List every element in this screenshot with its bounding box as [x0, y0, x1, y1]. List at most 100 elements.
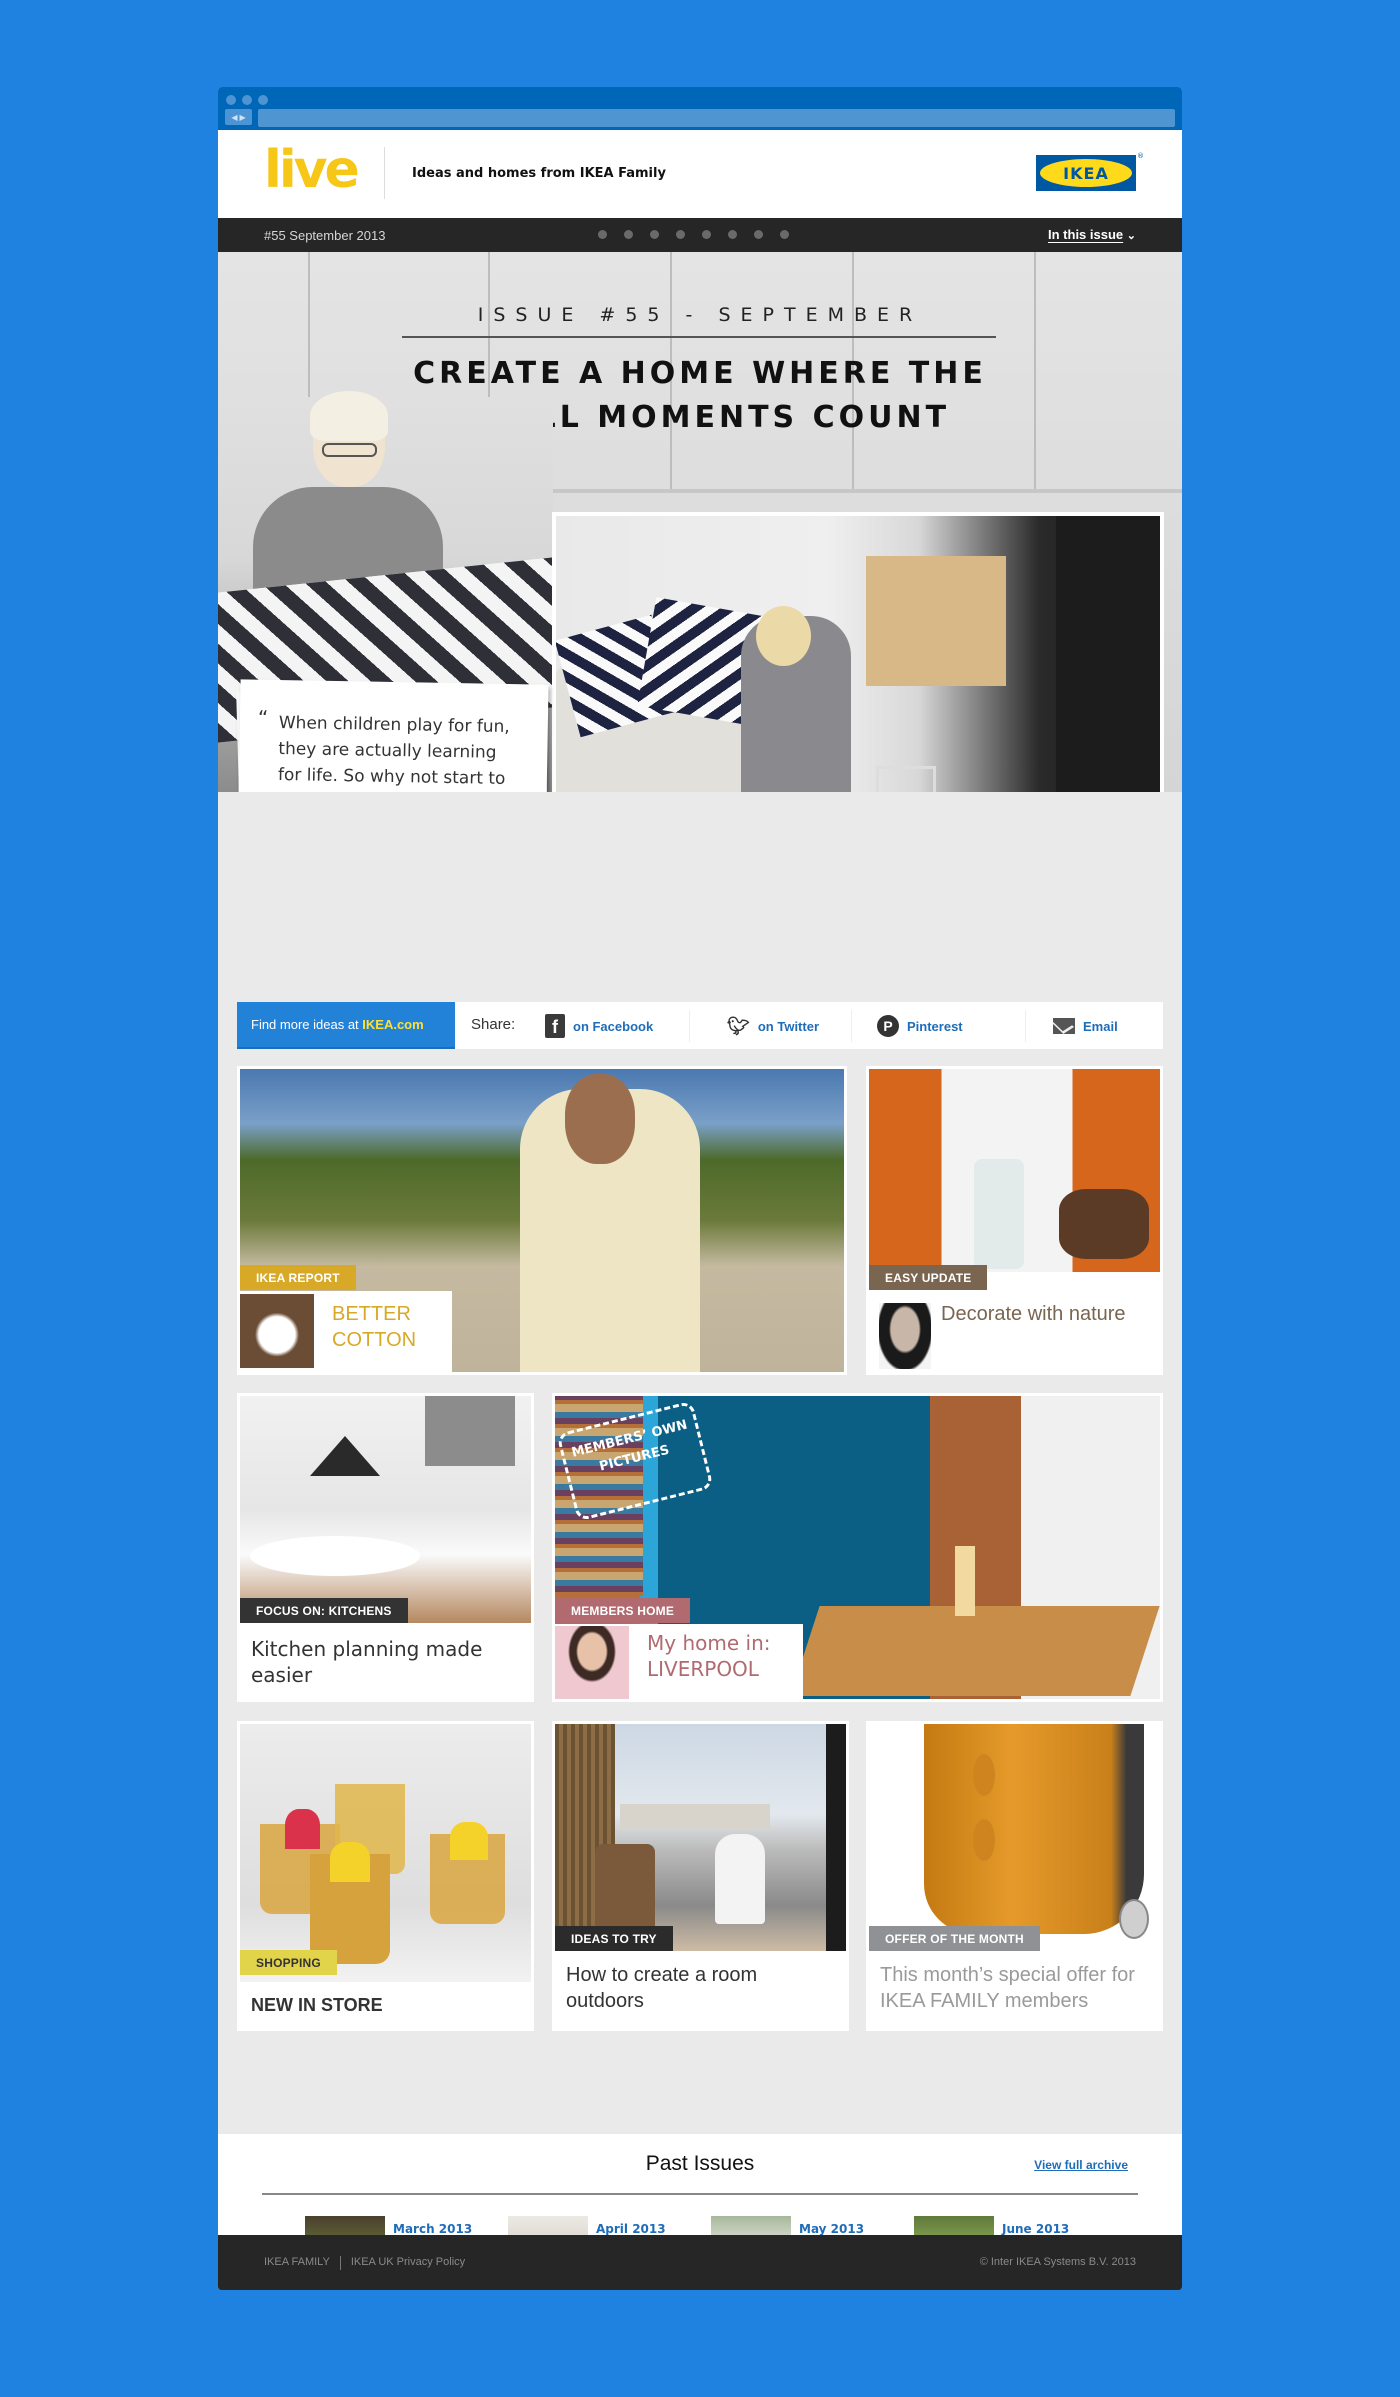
page-dot[interactable]	[780, 230, 789, 239]
image-detail	[310, 1436, 380, 1476]
past-issue-month: May 2013	[799, 2222, 865, 2236]
forward-arrow-icon[interactable]: ▶	[240, 113, 246, 122]
page-dot[interactable]	[728, 230, 737, 239]
image-detail	[595, 1844, 655, 1934]
image-detail	[1119, 1899, 1149, 1939]
email-icon	[1053, 1018, 1075, 1034]
footer-link-ikea-family[interactable]: IKEA FAMILY	[264, 2256, 330, 2270]
image-detail	[973, 1819, 995, 1861]
ideas-to-try-tag: IDEAS TO TRY	[555, 1926, 673, 1951]
ideas-to-try-title: How to create a room outdoors	[566, 1964, 758, 2012]
issue-kicker: ISSUE #55 - SEPTEMBER	[477, 304, 923, 326]
window-minimize-dot[interactable]	[242, 95, 252, 105]
ikea-com-link[interactable]: IKEA.com	[362, 1017, 423, 1032]
image-detail	[790, 1606, 1160, 1696]
find-more-ideas-button[interactable]: Find more ideas at IKEA.com	[237, 1002, 455, 1049]
page-dot[interactable]	[598, 230, 607, 239]
image-detail	[1056, 516, 1160, 792]
image-detail	[955, 1546, 975, 1616]
open-quote-mark: “	[257, 705, 269, 730]
footer-link-privacy-policy[interactable]: IKEA UK Privacy Policy	[351, 2256, 465, 2270]
find-more-label: Find more ideas at	[251, 1017, 363, 1032]
issue-nav-bar: #55 September 2013 In this issue ⌄	[218, 218, 1182, 252]
image-detail	[620, 1804, 770, 1829]
past-issue-month: June 2013	[1002, 2222, 1070, 2236]
offer-title: This month’s special offer for IKEA FAMI…	[880, 1964, 1135, 2012]
easy-update-tag: EASY UPDATE	[869, 1265, 988, 1290]
image-detail	[425, 1396, 515, 1466]
white-kitchen-image	[240, 1396, 531, 1623]
editor-quote-card: “ When children play for fun, they are a…	[235, 679, 549, 792]
chevron-down-icon: ⌄	[1126, 230, 1136, 242]
in-this-issue-label: In this issue	[1048, 227, 1124, 242]
page-dot[interactable]	[650, 230, 659, 239]
ideas-to-try-card[interactable]: IDEAS TO TRY How to create a room outdoo…	[552, 1721, 849, 2031]
kicker-rule	[402, 336, 996, 338]
offer-tag: OFFER OF THE MONTH	[869, 1926, 1040, 1951]
share-bar: Find more ideas at IKEA.com Share: f on …	[237, 1002, 1163, 1049]
view-full-archive-link[interactable]: View full archive	[1034, 2158, 1128, 2172]
orange-suitcase-image	[869, 1724, 1160, 1951]
tea-infusers-image	[240, 1724, 531, 1982]
past-issue-month: March 2013	[393, 2222, 473, 2236]
share-facebook-link[interactable]: f on Facebook	[545, 1010, 653, 1042]
live-logo[interactable]: live	[264, 144, 360, 196]
ikea-report-tag: IKEA REPORT	[240, 1265, 356, 1290]
easy-update-title: Decorate with nature	[941, 1303, 1126, 1325]
image-detail	[924, 1724, 1144, 1934]
footer-divider	[339, 2256, 341, 2270]
image-detail	[565, 1074, 635, 1164]
members-home-title-line: My home in:	[647, 1631, 771, 1655]
footer-links: IKEA FAMILY IKEA UK Privacy Policy	[264, 2256, 465, 2270]
shopping-card[interactable]: SHOPPING NEW IN STORE	[237, 1721, 534, 2031]
ikea-report-card[interactable]: IKEA REPORT BETTER COTTON	[237, 1066, 847, 1375]
image-detail	[866, 556, 1006, 686]
share-email-link[interactable]: Email	[1053, 1010, 1118, 1042]
window-close-dot[interactable]	[226, 95, 236, 105]
share-pinterest-label: Pinterest	[907, 1018, 963, 1034]
image-detail	[330, 1842, 370, 1882]
window-maximize-dot[interactable]	[258, 95, 268, 105]
browser-window: ◀ ▶ live Ideas and homes from IKEA Famil…	[218, 87, 1182, 2290]
back-arrow-icon[interactable]: ◀	[231, 113, 237, 122]
share-pinterest-link[interactable]: P Pinterest	[877, 1010, 963, 1042]
browser-chrome: ◀ ▶	[218, 87, 1182, 130]
shopping-title: NEW IN STORE	[251, 1995, 383, 2015]
hero-title-line: CREATE A HOME WHERE THE	[413, 356, 987, 391]
image-detail	[1059, 1189, 1149, 1259]
image-detail	[756, 606, 811, 666]
header-divider	[384, 147, 385, 199]
vase-and-driftwood-image	[869, 1069, 1160, 1272]
in-this-issue-menu[interactable]: In this issue ⌄	[1048, 227, 1136, 242]
members-home-title-line: LIVERPOOL	[647, 1657, 759, 1681]
page-dot[interactable]	[702, 230, 711, 239]
share-twitter-label: on Twitter	[757, 1018, 819, 1034]
page-dot[interactable]	[676, 230, 685, 239]
share-facebook-label: on Facebook	[573, 1018, 654, 1034]
facebook-icon: f	[545, 1014, 565, 1038]
share-twitter-link[interactable]: 🐦︎ on Twitter	[727, 1010, 819, 1042]
copyright-text: © Inter IKEA Systems B.V. 2013	[979, 2256, 1136, 2268]
editor-quote-text: When children play for fun, they are act…	[277, 713, 510, 792]
image-detail	[974, 1159, 1024, 1269]
image-detail	[826, 1724, 846, 1951]
address-bar[interactable]	[258, 109, 1175, 127]
easy-update-card[interactable]: EASY UPDATE Decorate with nature	[866, 1066, 1163, 1375]
divider	[1025, 1010, 1026, 1042]
site-footer: IKEA FAMILY IKEA UK Privacy Policy © Int…	[218, 2235, 1182, 2290]
page-dot[interactable]	[754, 230, 763, 239]
ikea-logo[interactable]: IKEA	[1036, 155, 1136, 191]
ikea-logo-text: IKEA	[1040, 159, 1132, 187]
past-issues-rule	[262, 2193, 1138, 2195]
page-dot[interactable]	[624, 230, 633, 239]
image-detail	[285, 1809, 320, 1849]
child-glasses-shape	[322, 443, 377, 457]
image-detail	[450, 1822, 488, 1860]
image-detail	[715, 1834, 765, 1924]
divider	[689, 1010, 690, 1042]
offer-card[interactable]: OFFER OF THE MONTH This month’s special …	[866, 1721, 1163, 2031]
home-story-card[interactable]: HOME STORY ‘WHO SAYS TWO YOUNG KIDS CAN’…	[552, 512, 1164, 792]
members-home-card[interactable]: MEMBERS’ OWN PICTURES MEMBERS HOME My ho…	[552, 1393, 1163, 1702]
kitchens-card[interactable]: FOCUS ON: KITCHENS Kitchen planning made…	[237, 1393, 534, 1702]
child-hair-shape	[310, 391, 388, 441]
